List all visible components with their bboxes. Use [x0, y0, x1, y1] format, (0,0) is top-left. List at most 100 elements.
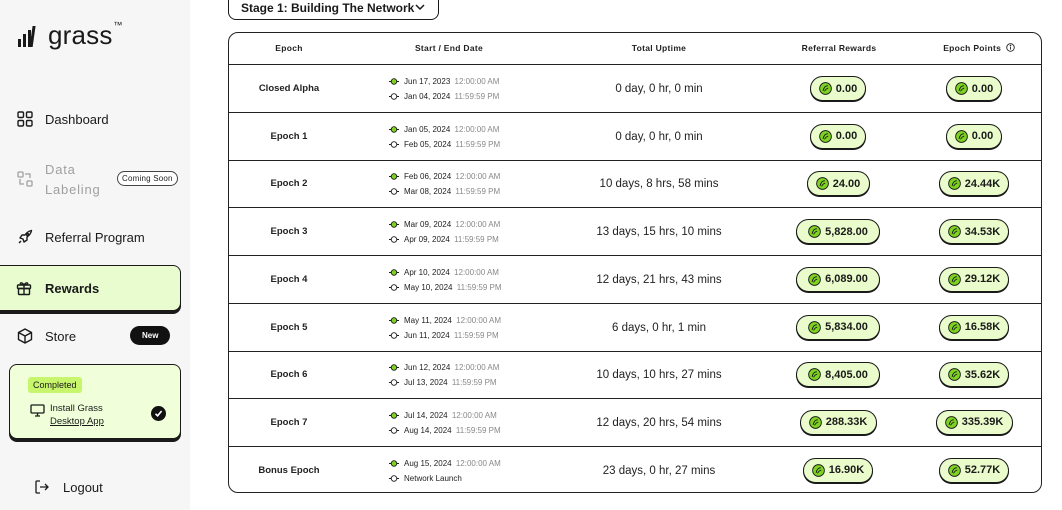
- coin-icon: [954, 129, 968, 143]
- nav-data-labeling: Data Labeling Coming Soon: [0, 158, 190, 202]
- nav-rewards[interactable]: Rewards: [0, 265, 181, 311]
- referral-rewards-pill: 8,405.00: [796, 362, 880, 388]
- gift-icon: [15, 279, 33, 297]
- start-dot-icon: [389, 78, 399, 85]
- total-uptime: 12 days, 21 hrs, 43 mins: [596, 273, 722, 286]
- task-title: Install Grass: [50, 403, 103, 414]
- task-card[interactable]: Completed Install Grass Desktop App: [9, 364, 181, 439]
- header-dates: Start / End Date: [414, 43, 484, 53]
- epoch-points-pill: 0.00: [946, 123, 1002, 149]
- nav-data-labeling-label: Data Labeling: [45, 162, 101, 197]
- table-row: Epoch 4 Apr 10, 2024 12:00:00 AM May 10, 2…: [229, 256, 1041, 304]
- end-dot-icon: [389, 140, 399, 148]
- end-dot-icon: [389, 331, 399, 339]
- total-uptime: 0 day, 0 hr, 0 min: [615, 83, 703, 95]
- total-uptime: 0 day, 0 hr, 0 min: [615, 130, 703, 143]
- coin-icon: [947, 463, 961, 477]
- epoch-points-pill: 29.12K: [939, 266, 1009, 292]
- coin-icon: [947, 177, 961, 191]
- start-dot-icon: [389, 364, 399, 371]
- end-date: May 10, 2024 11:59:59 PM: [388, 280, 538, 295]
- date-range: Apr 10, 2024 12:00:00 AM May 10, 2024 11:…: [388, 265, 538, 295]
- epoch-points-pill: 16.58K: [939, 314, 1009, 340]
- table-row: Epoch 6 Jun 12, 2024 12:00:00 AM Jul 13, 2…: [229, 351, 1041, 400]
- total-uptime: 23 days, 0 hr, 27 mins: [602, 464, 716, 477]
- coin-icon: [808, 272, 821, 286]
- referral-rewards-pill: 5,834.00: [796, 314, 880, 340]
- monitor-icon: [30, 404, 45, 417]
- end-date: Apr 09, 2024 11:59:59 PM: [388, 232, 538, 247]
- epoch-points-pill: 35.62K: [939, 362, 1009, 388]
- logout-icon: [35, 480, 49, 494]
- referral-rewards-pill: 6,089.00: [796, 266, 880, 292]
- chevron-down-icon: [415, 4, 425, 11]
- epoch-name: Epoch 4: [270, 273, 308, 285]
- box-icon: [16, 327, 34, 345]
- task-link[interactable]: Desktop App: [50, 416, 104, 427]
- logout-button[interactable]: Logout: [34, 479, 103, 495]
- data-label-icon: [16, 170, 34, 188]
- end-date: Jul 13, 2024 11:59:59 PM: [388, 375, 538, 390]
- epoch-points-pill: 52.77K: [939, 457, 1009, 483]
- end-date: Aug 14, 2024 11:59:59 PM: [388, 423, 538, 438]
- coin-icon: [818, 129, 832, 143]
- nav-store[interactable]: Store New: [0, 325, 190, 347]
- coin-icon: [947, 368, 961, 382]
- coin-icon: [947, 225, 961, 238]
- stage-dropdown[interactable]: Stage 1: Building The Network: [228, 0, 439, 20]
- total-uptime: 10 days, 10 hrs, 27 mins: [596, 369, 722, 382]
- end-dot-icon: [389, 236, 399, 243]
- start-dot-icon: [389, 221, 399, 228]
- start-date: Jan 05, 2024 12:00:00 AM: [388, 122, 538, 137]
- end-dot-icon: [389, 427, 399, 434]
- referral-rewards-pill: 0.00: [810, 76, 866, 101]
- date-range: Jul 14, 2024 12:00:00 AM Aug 14, 2024 11:…: [388, 408, 538, 438]
- new-badge: New: [130, 326, 171, 345]
- referral-rewards-pill: 24.00: [806, 171, 870, 197]
- epoch-name: Epoch 2: [270, 178, 308, 190]
- table-row: Epoch 2 Feb 06, 2024 12:00:00 AM Mar 08, 2…: [229, 160, 1041, 209]
- info-icon[interactable]: [1006, 43, 1015, 52]
- end-date: Jan 04, 2024 11:59:59 PM: [388, 89, 538, 104]
- end-date: Network Launch: [388, 471, 538, 486]
- coin-icon: [808, 416, 822, 429]
- start-dot-icon: [389, 269, 399, 276]
- date-range: Feb 06, 2024 12:00:00 AM Mar 08, 2024 11:…: [388, 169, 538, 199]
- referral-rewards-pill: 0.00: [810, 123, 866, 149]
- coin-icon: [815, 177, 829, 191]
- end-dot-icon: [389, 93, 399, 100]
- date-range: May 11, 2024 12:00:00 AM Jun 11, 2024 11:…: [388, 313, 538, 343]
- table-row: Epoch 3 Mar 09, 2024 12:00:00 AM Apr 09, 2…: [229, 208, 1041, 257]
- coin-icon: [808, 368, 821, 382]
- table-row: Epoch 1 Jan 05, 2024 12:00:00 AM Feb 05, 2…: [229, 113, 1041, 161]
- total-uptime: 10 days, 8 hrs, 58 mins: [599, 178, 719, 191]
- check-icon: [151, 406, 166, 421]
- epoch-name: Closed Alpha: [258, 83, 320, 94]
- nav-referral-program[interactable]: Referral Program: [0, 226, 190, 248]
- nav-dashboard-label: Dashboard: [45, 111, 109, 127]
- table-row: Closed Alpha Jun 17, 2023 12:00:00 AM Jan …: [229, 65, 1041, 113]
- logout-label: Logout: [63, 479, 103, 495]
- logo-text: grass ™: [48, 20, 123, 50]
- epoch-points-pill: 24.44K: [939, 171, 1009, 197]
- start-dot-icon: [389, 412, 399, 419]
- logo[interactable]: grass ™: [16, 20, 123, 51]
- epoch-name: Epoch 7: [270, 416, 308, 428]
- coin-icon: [818, 82, 832, 95]
- coming-soon-badge: Coming Soon: [117, 171, 178, 186]
- coin-icon: [811, 463, 825, 477]
- nav-dashboard[interactable]: Dashboard: [0, 108, 190, 130]
- nav-store-label: Store: [45, 328, 77, 344]
- nav-referral-label: Referral Program: [45, 229, 145, 245]
- end-date: Jun 11, 2024 11:59:59 PM: [388, 328, 538, 343]
- table-row: Epoch 7 Jul 14, 2024 12:00:00 AM Aug 14, 2…: [229, 399, 1041, 447]
- end-date: Mar 08, 2024 11:59:59 PM: [388, 184, 538, 199]
- referral-rewards-pill: 288.33K: [799, 409, 877, 435]
- epoch-name: Epoch 3: [270, 226, 308, 238]
- start-dot-icon: [389, 173, 399, 181]
- total-uptime: 12 days, 20 hrs, 54 mins: [596, 416, 722, 429]
- end-dot-icon: [389, 379, 399, 386]
- start-dot-icon: [389, 316, 399, 324]
- referral-rewards-pill: 5,828.00: [796, 219, 880, 245]
- coin-icon: [947, 320, 961, 334]
